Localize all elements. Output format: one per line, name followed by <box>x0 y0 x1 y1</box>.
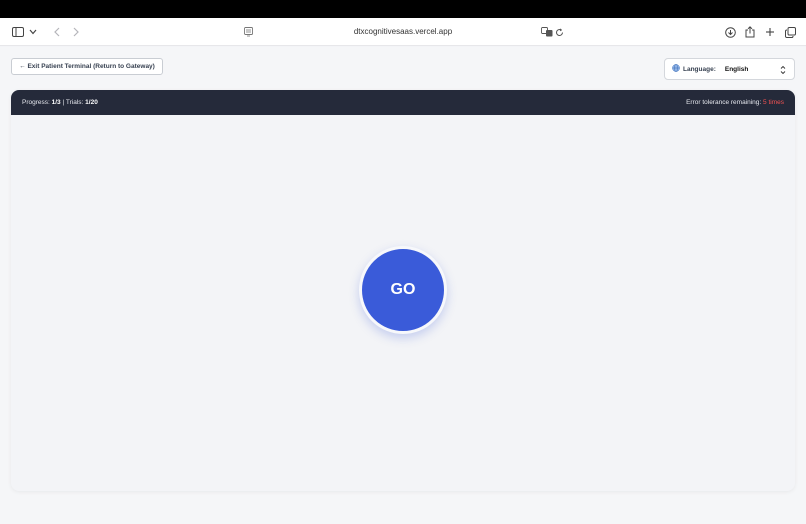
address-bar[interactable]: dtxcognitivesaas.vercel.app <box>280 24 526 40</box>
tabs-overview-icon[interactable] <box>782 24 798 40</box>
status-separator: | <box>62 99 65 106</box>
sidebar-toggle-icon[interactable] <box>10 24 26 40</box>
trials-value: 1/20 <box>85 99 98 106</box>
task-card: Progress: 1/3 | Trials: 1/20 Error toler… <box>11 90 795 491</box>
reader-icon[interactable] <box>240 24 256 40</box>
os-top-bar <box>0 0 806 18</box>
go-button[interactable]: GO <box>359 246 447 334</box>
progress-label: Progress: <box>22 99 50 106</box>
globe-icon <box>672 64 680 74</box>
error-tolerance-label: Error tolerance remaining: <box>686 99 762 106</box>
share-icon[interactable] <box>742 24 758 40</box>
progress-status: Progress: 1/3 | Trials: 1/20 <box>22 99 98 106</box>
browser-toolbar: dtxcognitivesaas.vercel.app <box>0 18 806 46</box>
language-selector[interactable]: Language: English <box>664 58 795 80</box>
language-label: Language: <box>683 65 716 73</box>
status-bar: Progress: 1/3 | Trials: 1/20 Error toler… <box>11 90 795 115</box>
exit-terminal-button[interactable]: ← Exit Patient Terminal (Return to Gatew… <box>11 58 163 75</box>
trials-label: Trials: <box>65 99 84 106</box>
error-tolerance-status: Error tolerance remaining: 5 times <box>686 99 784 106</box>
new-tab-icon[interactable] <box>762 24 778 40</box>
back-icon[interactable] <box>49 24 65 40</box>
error-tolerance-value: 5 times <box>763 99 784 106</box>
forward-icon[interactable] <box>68 24 84 40</box>
progress-value: 1/3 <box>51 99 61 106</box>
chevron-updown-icon <box>780 64 786 76</box>
reload-icon[interactable] <box>551 24 567 40</box>
download-icon[interactable] <box>722 24 738 40</box>
chevron-down-icon[interactable] <box>25 24 41 40</box>
language-select-value[interactable]: English <box>725 66 783 73</box>
page-content: ← Exit Patient Terminal (Return to Gatew… <box>0 47 806 524</box>
